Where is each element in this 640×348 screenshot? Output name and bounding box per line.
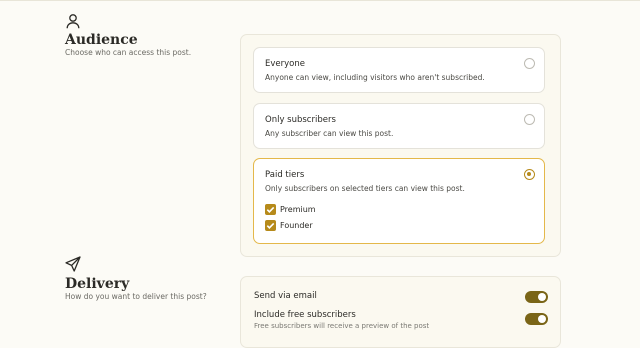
option-title: Paid tiers xyxy=(265,170,305,180)
option-description: Anyone can view, including visitors who … xyxy=(265,73,485,82)
include-free-label: Include free subscribers xyxy=(254,310,356,320)
radio-button-selected[interactable] xyxy=(524,169,535,180)
tier-premium[interactable]: Premium xyxy=(265,204,345,216)
audience-title: Audience xyxy=(65,32,138,48)
tier-founder[interactable]: Founder xyxy=(265,220,345,232)
include-free-hint: Free subscribers will receive a preview … xyxy=(254,322,430,330)
audience-subtitle: Choose who can access this post. xyxy=(65,48,192,57)
send-via-email-label: Send via email xyxy=(254,291,317,301)
checkbox-checked-icon[interactable] xyxy=(265,220,276,231)
send-icon xyxy=(65,256,81,272)
option-title: Only subscribers xyxy=(265,115,336,125)
tier-label: Founder xyxy=(280,221,313,230)
audience-option-everyone[interactable]: Everyone Anyone can view, including visi… xyxy=(253,47,545,93)
radio-button[interactable] xyxy=(524,114,535,125)
audience-option-paid-tiers[interactable]: Paid tiers Only subscribers on selected … xyxy=(253,158,545,244)
delivery-panel: Send via email Include free subscribers … xyxy=(240,276,561,348)
radio-button[interactable] xyxy=(524,58,535,69)
delivery-title: Delivery xyxy=(65,276,130,292)
audience-option-only-subscribers[interactable]: Only subscribers Any subscriber can view… xyxy=(253,103,545,149)
tier-label: Premium xyxy=(280,205,316,214)
audience-panel: Everyone Anyone can view, including visi… xyxy=(240,34,561,257)
person-icon xyxy=(65,13,81,29)
include-free-toggle[interactable] xyxy=(525,313,548,325)
send-via-email-toggle[interactable] xyxy=(525,291,548,303)
top-divider xyxy=(0,0,640,1)
option-description: Only subscribers on selected tiers can v… xyxy=(265,184,465,193)
option-description: Any subscriber can view this post. xyxy=(265,129,394,138)
checkbox-checked-icon[interactable] xyxy=(265,204,276,215)
delivery-subtitle: How do you want to deliver this post? xyxy=(65,292,207,301)
option-title: Everyone xyxy=(265,59,305,69)
